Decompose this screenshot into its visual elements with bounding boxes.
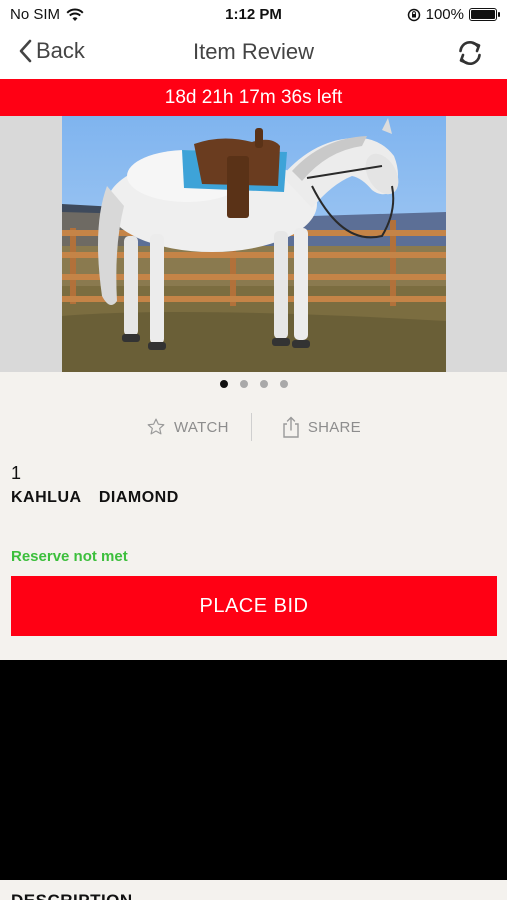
photo-gallery[interactable] (0, 116, 507, 372)
nav-bar: Back Item Review (0, 28, 507, 79)
pager-dot-2[interactable] (239, 380, 248, 388)
watch-button[interactable]: WATCH (146, 417, 229, 437)
status-right: 100% (407, 6, 500, 23)
page-title: Item Review (192, 39, 315, 64)
battery-icon (469, 8, 500, 21)
pager-dot-4[interactable] (279, 380, 288, 388)
description-section: DESCRIPTION (0, 880, 507, 900)
horse-photo[interactable] (62, 116, 446, 372)
orientation-lock-icon (407, 8, 420, 21)
star-icon (147, 418, 165, 435)
pager-dot-1[interactable] (219, 380, 228, 388)
refresh-icon (459, 41, 481, 65)
refresh-button[interactable] (455, 38, 485, 68)
video-player[interactable] (0, 660, 507, 880)
pager-dot-3[interactable] (259, 380, 268, 388)
description-heading: DESCRIPTION (11, 891, 133, 900)
share-button[interactable]: SHARE (282, 416, 361, 438)
status-bar: No SIM 1:12 PM 100% (0, 0, 507, 28)
reserve-status: Reserve not met (11, 548, 128, 565)
action-row: WATCH SHARE (0, 412, 507, 442)
lot-number: 1 (11, 463, 22, 483)
lot-name: KAHLUA DIAMOND (11, 489, 179, 506)
share-icon (283, 416, 299, 438)
gallery-pager[interactable] (0, 380, 507, 388)
battery-percent: 100% (425, 6, 464, 23)
place-bid-button[interactable]: PLACE BID (11, 576, 497, 636)
countdown-banner: 18d 21h 17m 36s left (0, 79, 507, 116)
watch-label: WATCH (173, 418, 229, 436)
action-divider (250, 413, 252, 441)
share-label: SHARE (307, 418, 361, 436)
